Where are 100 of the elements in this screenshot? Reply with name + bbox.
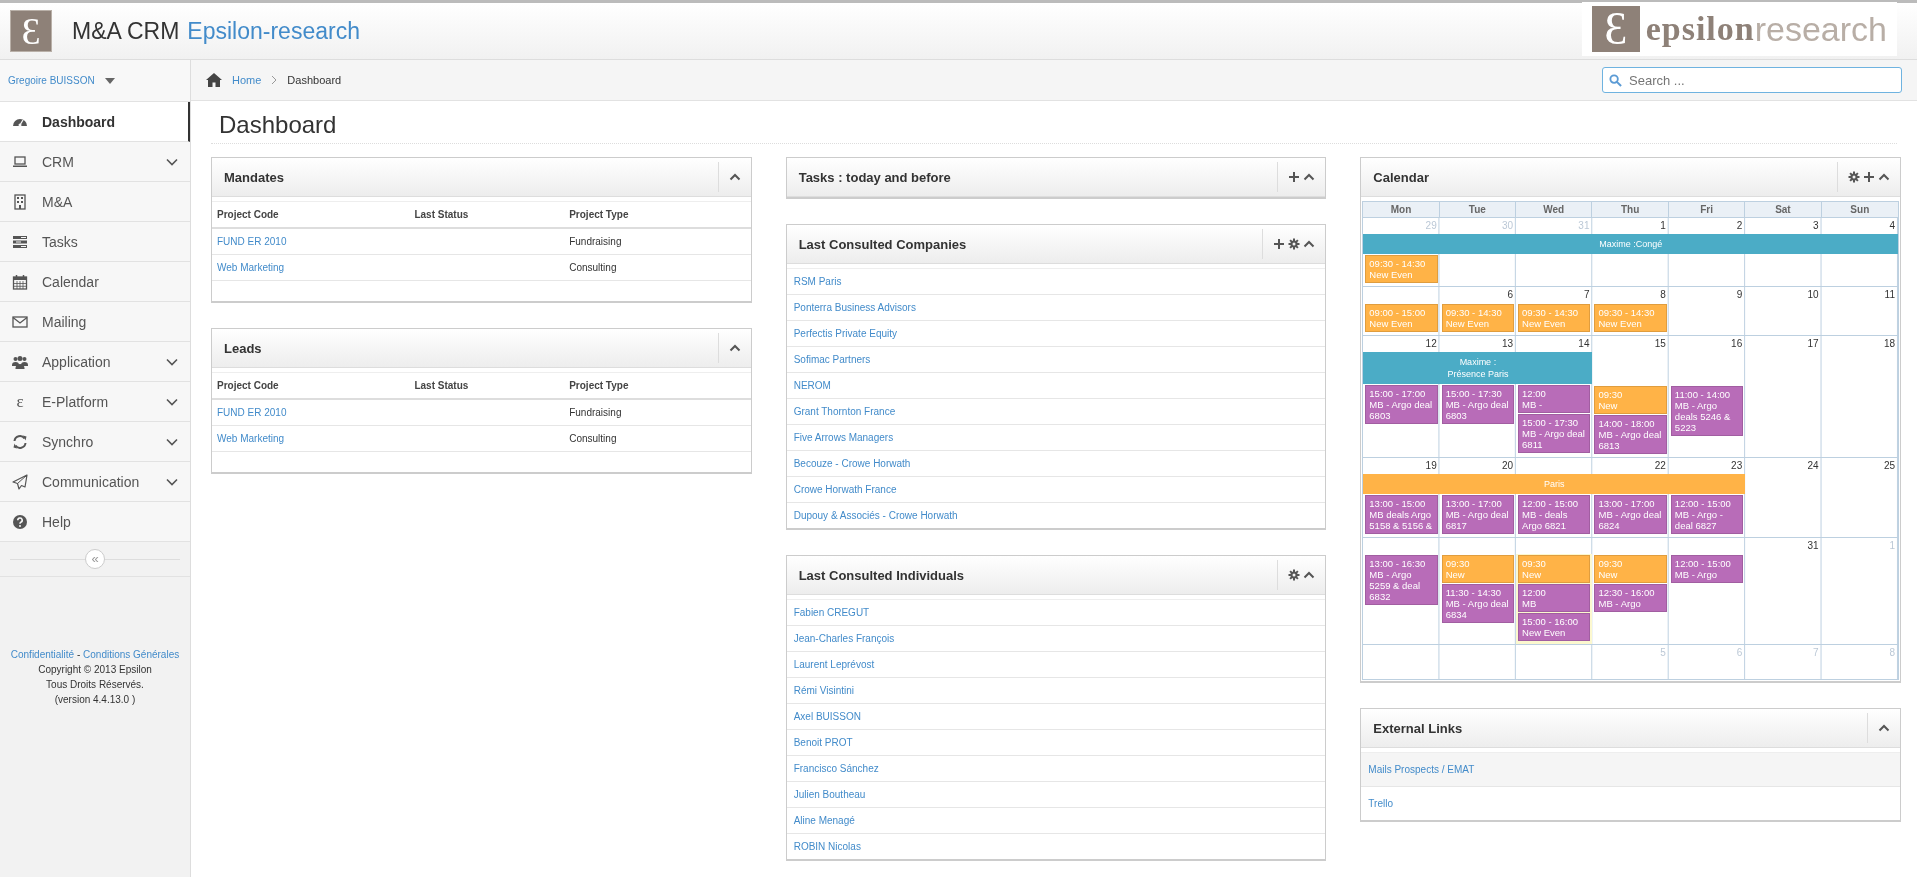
calendar-event[interactable]: 12:30 - 16:00 MB - Argo [1594, 584, 1667, 612]
collapse-icon[interactable] [728, 171, 741, 183]
collapse-sidebar-button[interactable]: « [85, 549, 105, 569]
list-link[interactable]: Fabien CREGUT [793, 607, 870, 618]
sidebar-item[interactable]: Synchro [0, 422, 190, 462]
collapse-icon[interactable] [1303, 238, 1316, 250]
calendar-event[interactable]: 13:00 - 15:00 MB deals Argo 5158 & 5156 & [1365, 495, 1438, 534]
weekday-header: Fri [1668, 202, 1746, 218]
sidebar-item[interactable]: Help [0, 502, 190, 542]
day-number: 2 [1736, 220, 1743, 231]
list-link[interactable]: Aline Menagé [793, 815, 855, 826]
list-link[interactable]: ROBIN Nicolas [793, 841, 861, 852]
sidebar-item-label: Communication [42, 473, 141, 490]
list-link[interactable]: RSM Paris [793, 276, 842, 287]
list-link[interactable]: Francisco Sánchez [793, 763, 879, 774]
home-icon[interactable] [206, 73, 222, 87]
collapse-icon[interactable] [1303, 171, 1316, 183]
settings-icon[interactable] [1288, 569, 1301, 581]
calendar-event[interactable]: 15:00 - 17:30 MB - Argo deal 6811 [1518, 414, 1591, 453]
chevron-right-icon [271, 75, 278, 85]
sidebar-item[interactable]: Communication [0, 462, 190, 502]
collapse-icon[interactable] [1878, 722, 1890, 734]
list-link[interactable]: Five Arrows Managers [793, 432, 894, 443]
list-link[interactable]: Dupouy & Associés - Crowe Horwath [793, 510, 958, 521]
search-field[interactable]: Search ... [1602, 67, 1902, 93]
collapse-icon[interactable] [728, 342, 741, 354]
copyright-text: Copyright © 2013 Epsilon [37, 663, 153, 677]
event-time: 09:30 - 14:30 [1598, 307, 1656, 318]
list-link[interactable]: Jean-Charles François [793, 633, 895, 644]
tasks-icon [12, 233, 28, 250]
event-time: 13:00 - 16:30 [1369, 558, 1427, 569]
list-link[interactable]: NEROM [793, 380, 831, 391]
calendar-event[interactable]: 13:00 - 17:00 MB - Argo deal 6817 [1441, 495, 1515, 534]
calendar-event[interactable]: 15:00 - 16:00 New Even [1518, 613, 1591, 641]
calendar-event[interactable]: 11:30 - 14:30 MB - Argo deal 6834 [1441, 584, 1515, 623]
sidebar-item[interactable]: Application [0, 342, 190, 382]
event-bar-segment[interactable]: Maxime :Congé [1592, 234, 1669, 254]
project-link[interactable]: Web Marketing [217, 262, 285, 273]
sidebar-item[interactable]: Calendar [0, 262, 190, 302]
list-link[interactable]: Laurent Leprévost [793, 659, 875, 670]
weekday-header: Wed [1516, 202, 1593, 218]
event-time: 11:00 - 14:00 [1674, 389, 1732, 400]
list-link[interactable]: Grant Thornton France [793, 406, 896, 417]
settings-icon[interactable] [1288, 238, 1301, 250]
project-link[interactable]: Web Marketing [217, 433, 285, 444]
project-link[interactable]: FUND ER 2010 [217, 236, 287, 247]
list-link[interactable]: Rémi Visintini [793, 685, 855, 696]
sync-icon [12, 433, 28, 450]
sidebar-item[interactable]: CRM [0, 142, 190, 182]
user-menu[interactable]: Gregoire BUISSON [0, 60, 190, 102]
list-link[interactable]: Sofimac Partners [793, 354, 871, 365]
collapse-icon[interactable] [1878, 171, 1890, 183]
list-link[interactable]: Ponterra Business Advisors [793, 302, 916, 313]
settings-icon[interactable] [1848, 171, 1860, 183]
sidebar-item-label: Help [42, 513, 72, 530]
weekday-header: Mon [1363, 202, 1440, 218]
calendar-event[interactable]: 14:00 - 18:00 MB - Argo deal 6813 [1594, 415, 1667, 454]
breadcrumb-link[interactable]: Home [232, 74, 262, 86]
list-link[interactable]: Benoit PROT [793, 737, 853, 748]
calendar-event[interactable]: 12:00 MB [1518, 584, 1591, 612]
event-time: 13:00 - 17:00 [1598, 498, 1656, 509]
list-link[interactable]: Julien Boutheau [793, 789, 866, 800]
sidebar-item[interactable]: Dashboard [0, 102, 190, 142]
search-icon [1609, 74, 1622, 87]
terms-link[interactable]: Conditions Générales [83, 649, 180, 660]
calendar-event[interactable]: 12:00 - 15:00 MB - Argo - deal 6827 [1670, 495, 1744, 534]
external-link[interactable]: Trello [1368, 798, 1393, 809]
project-link[interactable]: FUND ER 2010 [217, 407, 287, 418]
list-link[interactable]: Perfectis Private Equity [793, 328, 898, 339]
day-number: 24 [1807, 460, 1819, 471]
sidebar-item[interactable]: Tasks [0, 222, 190, 262]
privacy-link[interactable]: Confidentialité [10, 649, 75, 660]
list-link[interactable]: Axel BUISSON [793, 711, 861, 722]
event-bar-segment[interactable]: Maxime : Présence Paris [1439, 352, 1517, 384]
collapse-icon[interactable] [1303, 569, 1316, 581]
calendar-event[interactable]: 13:00 - 17:00 MB - Argo deal 6824 [1594, 495, 1667, 534]
list-link[interactable]: Becouze - Crowe Horwath [793, 458, 911, 469]
day-number: 1 [1660, 220, 1666, 231]
calendar-event[interactable]: 12:00 - 15:00 MB - Argo [1670, 555, 1744, 583]
help-icon [12, 513, 28, 530]
sidebar-item[interactable]: ε E-Platform [0, 382, 190, 422]
event-title: MB - Argo deals 5246 & 5223 [1674, 400, 1732, 433]
calendar-event[interactable]: 11:00 - 14:00 MB - Argo deals 5246 & 5223 [1670, 386, 1744, 436]
calendar-event[interactable]: 12:00 MB - [1518, 385, 1591, 413]
add-icon[interactable] [1288, 171, 1301, 183]
calendar-event[interactable]: 12:00 - 15:00 MB - deals Argo 6821 [1518, 495, 1591, 534]
day-number: 18 [1883, 338, 1895, 349]
event-time: 12:00 - 15:00 [1674, 558, 1732, 569]
list-link[interactable]: Crowe Horwath France [793, 484, 897, 495]
external-link[interactable]: Mails Prospects / EMAT [1368, 764, 1475, 775]
event-title: MB - Argo deal 6813 [1598, 429, 1663, 451]
add-icon[interactable] [1863, 171, 1875, 183]
calendar-event[interactable]: 15:00 - 17:30 MB - Argo deal 6803 [1441, 385, 1515, 424]
calendar-event[interactable]: 15:00 - 17:00 MB - Argo deal 6803 [1365, 385, 1438, 424]
column-header: Project Code [217, 380, 280, 391]
sidebar-item[interactable]: Mailing [0, 302, 190, 342]
calendar-event[interactable]: 13:00 - 16:30 MB - Argo 5259 & deal 6832 [1365, 555, 1438, 605]
add-icon[interactable] [1273, 238, 1286, 250]
sidebar-item[interactable]: M&A [0, 182, 190, 222]
day-number: 12 [1425, 338, 1437, 349]
